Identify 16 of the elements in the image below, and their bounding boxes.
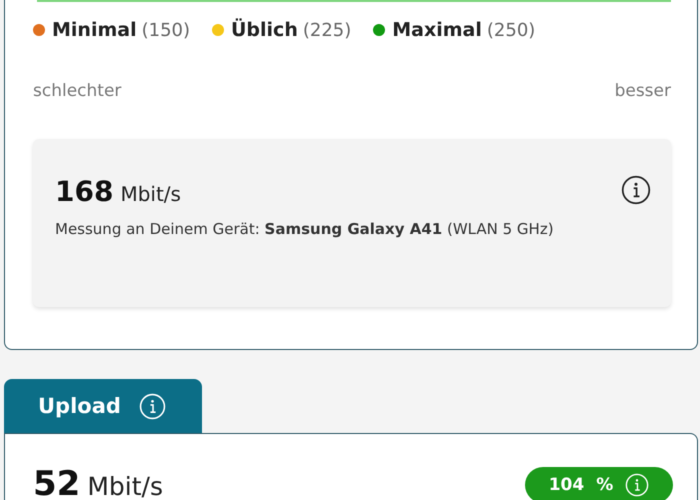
legend-label: Minimal: [52, 19, 137, 41]
scale-high-label: besser: [614, 81, 671, 101]
info-icon[interactable]: [621, 175, 651, 205]
speed-value: 52: [33, 464, 80, 500]
scale-low-label: schlechter: [33, 81, 122, 101]
legend-value: (225): [302, 20, 352, 40]
legend-value: (150): [142, 20, 190, 40]
legend-label: Üblich: [231, 19, 298, 41]
speed-value: 168: [55, 175, 114, 208]
device-description: Messung an Deinem Gerät: Samsung Galaxy A41 (WLAN 5 GHz): [55, 220, 555, 238]
legend-value: (250): [486, 20, 536, 40]
speed-unit: Mbit/s: [87, 472, 163, 500]
percent-badge[interactable]: 104 %: [525, 467, 673, 500]
speed-unit: Mbit/s: [120, 182, 181, 206]
upload-tab[interactable]: Upload: [4, 379, 202, 433]
legend-label: Maximal: [392, 19, 482, 41]
